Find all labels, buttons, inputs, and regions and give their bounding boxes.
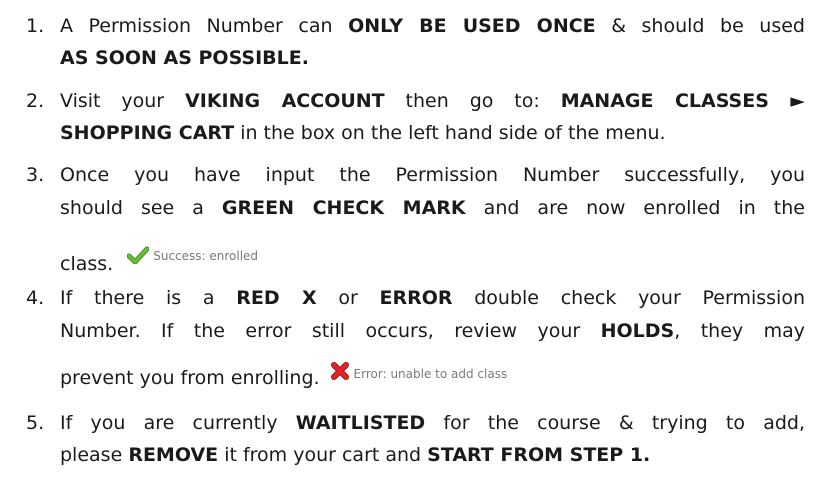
emphasis-text: GREEN CHECK MARK: [221, 197, 466, 219]
emphasis-text: WAITLISTED: [295, 412, 426, 434]
text-span: double check your Permission: [452, 287, 805, 309]
emphasis-text: MANAGE CLASSES ►: [560, 90, 806, 112]
text-span: for the course & trying to add,: [425, 412, 805, 434]
item-line: prevent you from enrolling. Error: unabl…: [60, 362, 805, 388]
item-line: should see a GREEN CHECK MARK and are no…: [60, 198, 805, 218]
text-span: and are now enrolled in the: [465, 197, 805, 219]
emphasis-text: AS SOON AS POSSIBLE.: [60, 47, 309, 69]
emphasis-text: RED X: [236, 287, 317, 309]
text-span: in the box on the left hand side of the …: [234, 122, 666, 144]
text-span: Number. If the error still occurs, revie…: [60, 320, 601, 342]
item-number: 2.: [26, 90, 45, 112]
instructions-document: 1. A Permission Number can ONLY BE USED …: [0, 0, 815, 500]
text-span: should see a: [60, 197, 222, 219]
emphasis-text: HOLDS: [600, 320, 675, 342]
text-span: class.: [60, 253, 114, 275]
text-span: or: [316, 287, 380, 309]
item-line: If you are currently WAITLISTED for the …: [60, 413, 805, 433]
text-span: A Permission Number can: [60, 15, 349, 37]
item-line: SHOPPING CART in the box on the left han…: [60, 123, 805, 143]
emphasis-text: SHOPPING CART: [60, 122, 235, 144]
emphasis-text: ONLY BE USED ONCE: [348, 15, 596, 37]
text-span: & should be used: [595, 15, 805, 37]
success-status-text: Success: enrolled: [153, 249, 259, 263]
emphasis-text: VIKING ACCOUNT: [185, 90, 385, 112]
item-line: Visit your VIKING ACCOUNT then go to: MA…: [60, 91, 805, 111]
item-line: Once you have input the Permission Numbe…: [60, 165, 805, 185]
item-line: A Permission Number can ONLY BE USED ONC…: [60, 16, 805, 36]
emphasis-text: START FROM STEP 1.: [427, 444, 651, 466]
item-line: Number. If the error still occurs, revie…: [60, 321, 805, 341]
green-check-icon: [127, 246, 150, 264]
text-span: it from your cart and: [218, 444, 428, 466]
item-number: 5.: [26, 412, 45, 434]
text-span: please: [60, 444, 129, 466]
item-line: AS SOON AS POSSIBLE.: [60, 48, 805, 68]
text-span: , they may: [674, 320, 805, 342]
item-line: class. Success: enrolled: [60, 246, 805, 274]
error-status-text: Error: unable to add class: [353, 367, 508, 381]
text-span: Visit your: [60, 90, 186, 112]
text-span: If there is a: [60, 287, 237, 309]
emphasis-text: ERROR: [379, 287, 453, 309]
text-span: prevent you from enrolling.: [60, 367, 320, 389]
text-span: then go to:: [384, 90, 561, 112]
red-x-icon: [330, 362, 349, 380]
text-span: Once you have input the Permission Numbe…: [60, 164, 805, 186]
item-number: 3.: [26, 164, 45, 186]
emphasis-text: REMOVE: [128, 444, 219, 466]
item-number: 1.: [26, 15, 45, 37]
item-line: please REMOVE it from your cart and STAR…: [60, 445, 805, 465]
text-span: If you are currently: [60, 412, 296, 434]
item-line: If there is a RED X or ERROR double chec…: [60, 288, 805, 308]
item-number: 4.: [26, 287, 45, 309]
